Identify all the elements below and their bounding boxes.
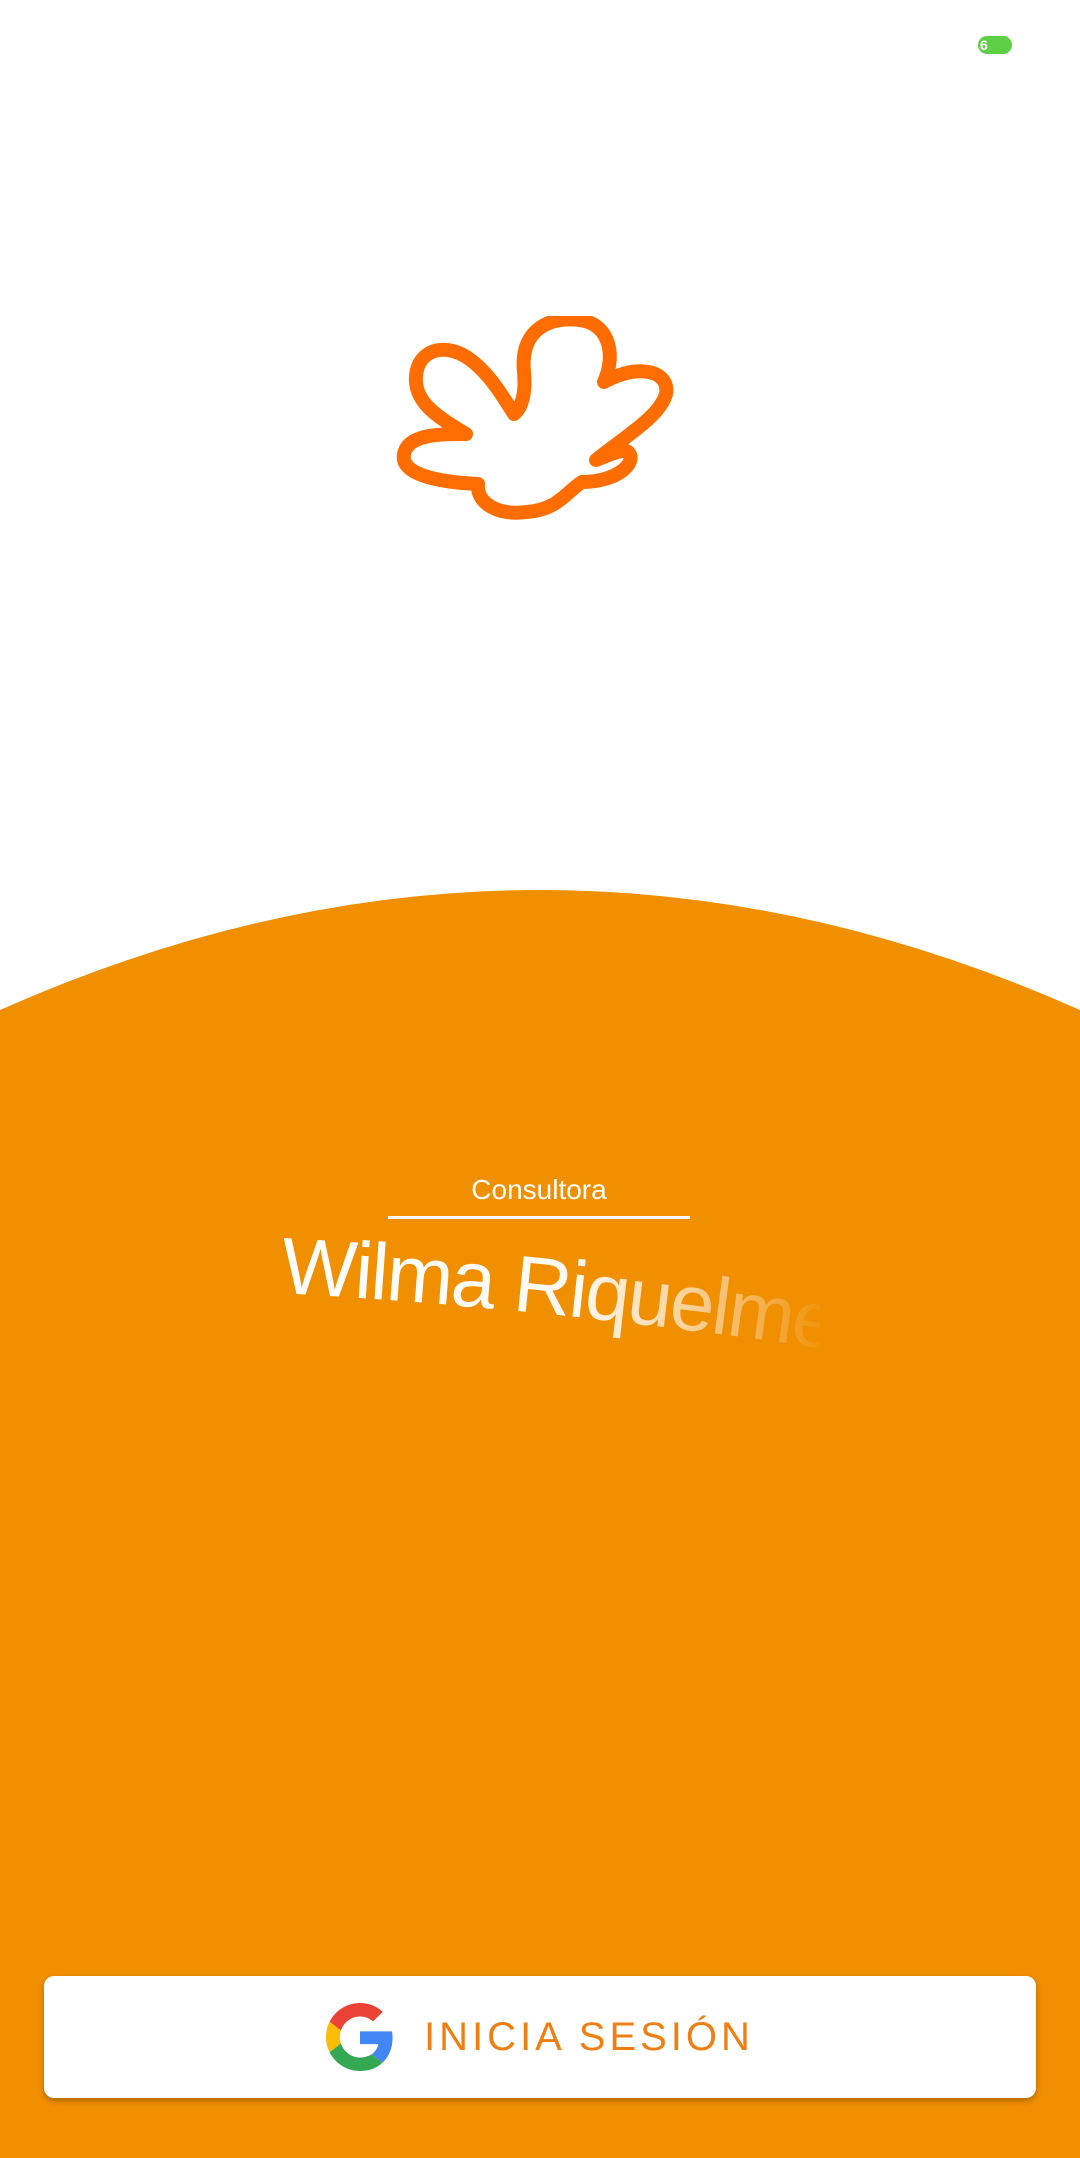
login-button-label: INICIA SESIÓN: [424, 2014, 754, 2059]
google-login-button[interactable]: INICIA SESIÓN: [44, 1976, 1036, 2098]
google-icon: [326, 2003, 393, 2071]
svg-text:Wilma Riquelme: Wilma Riquelme: [280, 1221, 820, 1366]
orange-curved-panel: [0, 890, 1080, 2158]
user-name: Wilma Riquelme: [280, 1221, 820, 1366]
login-screen: 6 Consultora Wilma Riquelme I: [0, 0, 1080, 2158]
user-name-text: Wilma Riquelme: [280, 1221, 820, 1366]
role-label: Consultora: [388, 1168, 690, 1219]
